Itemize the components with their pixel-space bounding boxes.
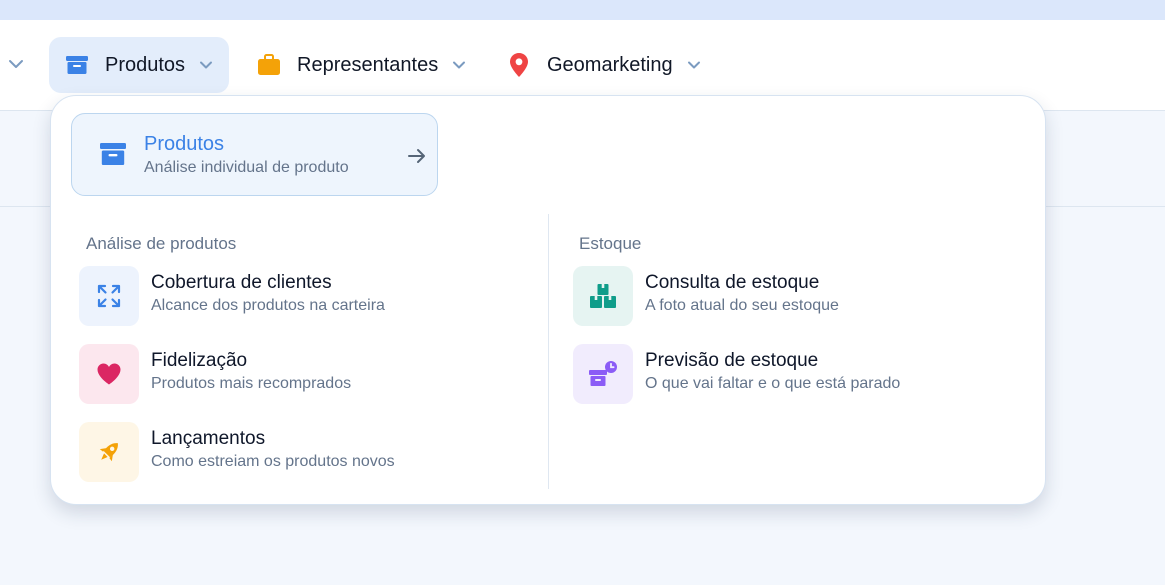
menu-item-cobertura-clientes[interactable]: Cobertura de clientes Alcance dos produt… (79, 266, 499, 328)
heart-icon (79, 344, 139, 404)
nav-item-geomarketing[interactable]: Geomarketing (495, 37, 715, 93)
archive-box-icon (65, 53, 89, 77)
archive-box-icon (100, 142, 126, 168)
overview-card-title: Produtos (144, 133, 225, 155)
menu-item-title: Lançamentos (151, 428, 266, 449)
menu-item-fidelizacao[interactable]: Fidelização Produtos mais recomprados (79, 344, 499, 406)
chevron-down-icon (450, 56, 468, 74)
menu-item-subtitle: Como estreiam os produtos novos (151, 453, 395, 470)
chevron-down-icon (197, 56, 215, 74)
menu-item-subtitle: A foto atual do seu estoque (645, 297, 839, 314)
nav-label-representantes: Representantes (297, 53, 439, 76)
arrow-right-icon (406, 145, 428, 167)
menu-item-subtitle: Alcance dos produtos na carteira (151, 297, 385, 314)
overview-card-subtitle: Análise individual de produto (144, 159, 349, 176)
menu-item-title: Previsão de estoque (645, 350, 819, 371)
rocket-icon (79, 422, 139, 482)
menu-item-title: Cobertura de clientes (151, 272, 332, 293)
menu-item-consulta-estoque[interactable]: Consulta de estoque A foto atual do seu … (573, 266, 993, 328)
menu-item-previsao-estoque[interactable]: Previsão de estoque O que vai faltar e o… (573, 344, 993, 406)
nav-label-produtos: Produtos (105, 53, 186, 76)
box-clock-icon (573, 344, 633, 404)
nav-item-produtos[interactable]: Produtos (49, 37, 229, 93)
nav-item-representantes[interactable]: Representantes (245, 37, 480, 93)
column-divider (548, 214, 549, 489)
menu-item-subtitle: Produtos mais recomprados (151, 375, 352, 392)
expand-arrows-icon (79, 266, 139, 326)
boxes-stack-icon (573, 266, 633, 326)
map-pin-icon (507, 53, 531, 77)
section-title-estoque: Estoque (579, 234, 642, 253)
nav-label-geomarketing: Geomarketing (547, 53, 673, 76)
chevron-down-icon[interactable] (6, 54, 26, 74)
menu-item-lancamentos[interactable]: Lançamentos Como estreiam os produtos no… (79, 422, 499, 484)
briefcase-icon (257, 53, 281, 77)
produtos-dropdown-panel: Produtos Análise individual de produto A… (50, 95, 1046, 505)
menu-item-title: Fidelização (151, 350, 248, 371)
produtos-overview-card[interactable]: Produtos Análise individual de produto (71, 113, 438, 196)
top-strip (0, 0, 1165, 20)
section-title-analise: Análise de produtos (86, 234, 237, 253)
menu-item-subtitle: O que vai faltar e o que está parado (645, 375, 901, 392)
menu-item-title: Consulta de estoque (645, 272, 820, 293)
chevron-down-icon (685, 56, 703, 74)
